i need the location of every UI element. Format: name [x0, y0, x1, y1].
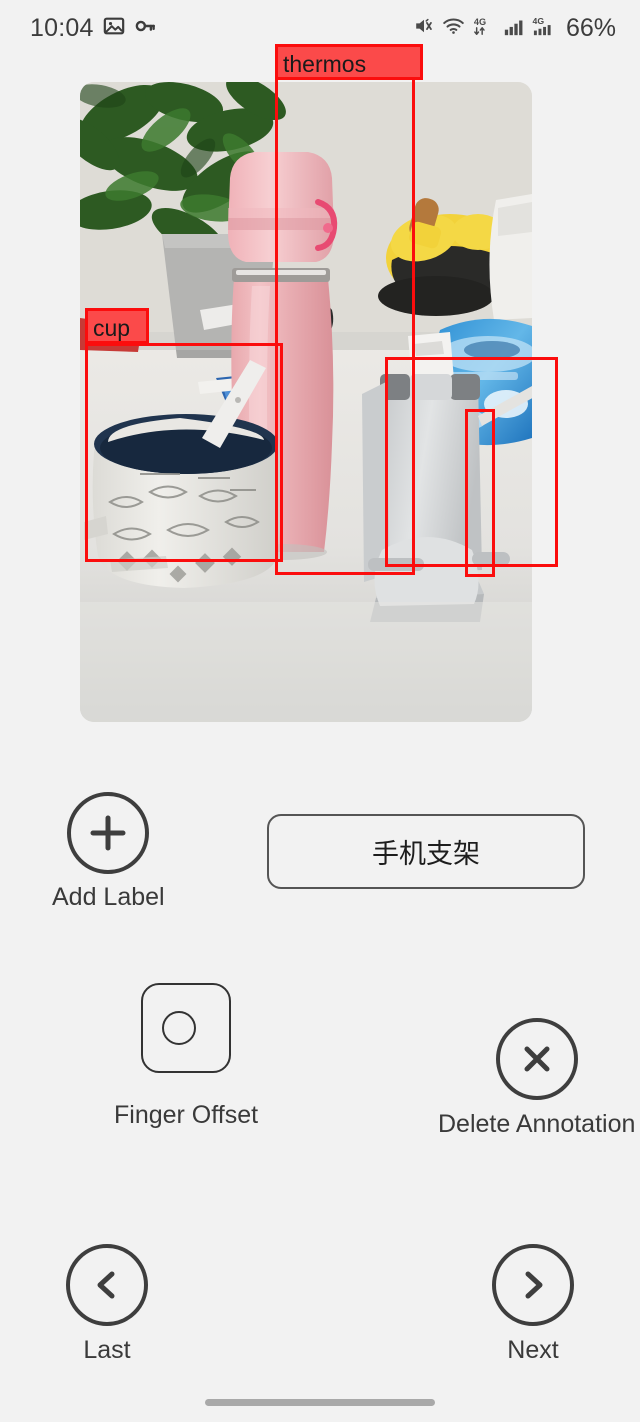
chevron-left-circle-icon[interactable]	[66, 1244, 148, 1326]
bbox-cup[interactable]	[85, 343, 283, 562]
next-control[interactable]: Next	[492, 1244, 574, 1365]
close-circle-icon[interactable]	[495, 1018, 578, 1100]
signal-4g-icon: 4G	[532, 15, 556, 42]
delete-annotation-control[interactable]: Delete Annotation	[438, 1018, 635, 1139]
data-4g-icon: 4G	[472, 15, 496, 42]
gesture-nav-bar[interactable]	[205, 1399, 435, 1406]
delete-annotation-caption: Delete Annotation	[438, 1110, 636, 1138]
last-control[interactable]: Last	[66, 1244, 148, 1365]
next-caption: Next	[507, 1336, 559, 1364]
image-icon	[103, 15, 125, 42]
add-label-caption: Add Label	[52, 883, 165, 911]
bbox-label-thermos[interactable]: thermos	[275, 44, 423, 80]
bbox-phone-stand[interactable]	[385, 357, 558, 567]
add-label-control[interactable]: Add Label	[52, 792, 165, 912]
offset-square-icon[interactable]	[141, 983, 232, 1073]
finger-offset-caption: Finger Offset	[114, 1101, 259, 1129]
key-icon	[134, 15, 156, 42]
chevron-right-circle-icon[interactable]	[492, 1244, 574, 1326]
annotation-canvas[interactable]: thermos cup	[80, 44, 558, 722]
finger-offset-control[interactable]: Finger Offset	[114, 983, 258, 1130]
bbox-label-cup[interactable]: cup	[85, 308, 149, 344]
last-caption: Last	[83, 1336, 131, 1364]
status-bar-right: 4G 4G 66%	[413, 14, 616, 43]
wifi-icon	[442, 15, 465, 42]
offset-dot-icon	[162, 1011, 197, 1045]
status-bar-clock: 10:04	[30, 13, 94, 42]
battery-percent: 66%	[565, 13, 616, 42]
svg-text:4G: 4G	[474, 17, 486, 27]
status-bar-left: 10:04	[30, 14, 156, 43]
mute-icon	[413, 15, 435, 42]
annotation-screen: 10:04 4G 4G 66% thermos cup Add Label 手机…	[0, 0, 640, 1422]
current-label-value: 手机支架	[372, 839, 480, 869]
current-label-button[interactable]: 手机支架	[267, 814, 585, 889]
svg-text:4G: 4G	[532, 16, 544, 26]
plus-circle-icon[interactable]	[67, 792, 150, 874]
signal-bars-icon	[503, 15, 525, 42]
